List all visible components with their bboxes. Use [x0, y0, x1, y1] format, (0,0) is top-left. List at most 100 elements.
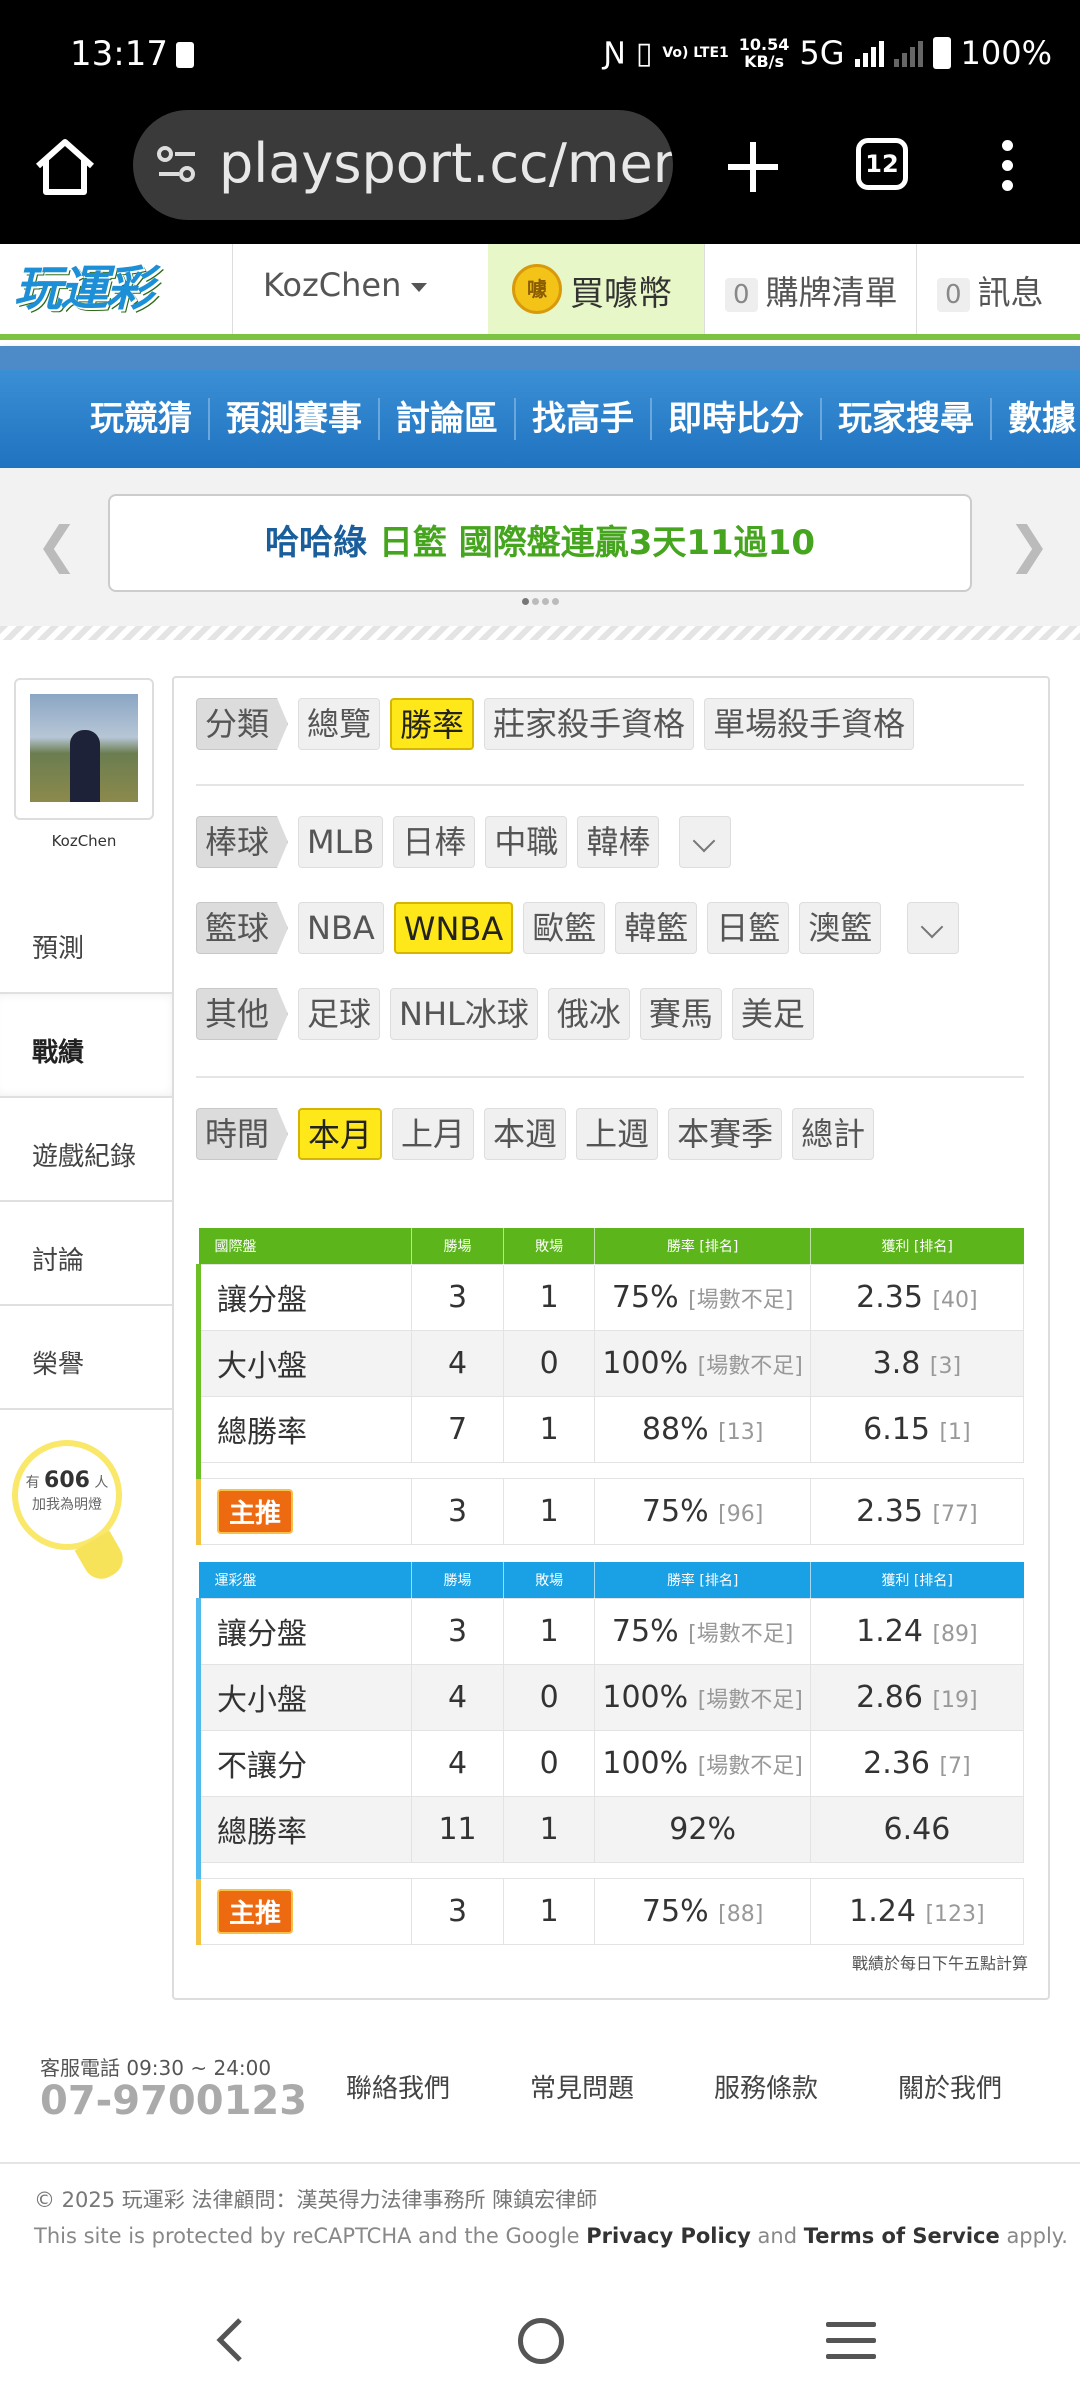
nav-item[interactable]: 數據: [992, 398, 1080, 440]
chevron-down-icon[interactable]: [679, 816, 732, 868]
row-label: 總勝率: [195, 1395, 413, 1463]
footer-link[interactable]: 聯絡我們: [346, 2068, 450, 2105]
url-text[interactable]: playsport.cc/mer: [219, 132, 673, 195]
home-icon[interactable]: [30, 132, 100, 202]
filter-option-selected[interactable]: 勝率: [390, 698, 475, 750]
profit-value: 1.24: [849, 1893, 916, 1929]
filter-option[interactable]: 本賽季: [668, 1108, 783, 1160]
sidebar-item-discussion[interactable]: 討論: [0, 1202, 174, 1306]
filter-option[interactable]: 歐籃: [523, 902, 606, 954]
profit-value: 1.24: [856, 1613, 923, 1649]
sidebar-item-game-log[interactable]: 遊戲紀錄: [0, 1098, 174, 1202]
divider: [196, 784, 1024, 786]
chevron-down-icon[interactable]: [907, 902, 960, 954]
home-circle-icon[interactable]: [518, 2318, 564, 2364]
footer-link[interactable]: 常見問題: [530, 2068, 634, 2105]
tab-switcher-button[interactable]: 12: [856, 138, 908, 190]
address-bar[interactable]: playsport.cc/mer: [133, 110, 673, 220]
filter-option[interactable]: 美足: [731, 988, 814, 1040]
win-cell: 4: [411, 1729, 504, 1797]
filter-option[interactable]: 總計: [792, 1108, 875, 1160]
nav-item[interactable]: 討論區: [380, 398, 516, 440]
sidebar-item-predict[interactable]: 預測: [0, 890, 174, 994]
filter-option-selected[interactable]: 本月: [298, 1108, 383, 1160]
user-dropdown[interactable]: KozChen: [232, 244, 488, 334]
back-icon[interactable]: [210, 2316, 250, 2364]
rate-value: 100%: [602, 1345, 689, 1381]
new-tab-icon[interactable]: [718, 132, 788, 202]
record-panel: 分類 總覽 勝率 莊家殺手資格 單場殺手資格 棒球 MLB 日棒 中職 韓棒 籃…: [172, 676, 1050, 2000]
nav-item[interactable]: 玩家搜尋: [822, 398, 992, 440]
lose-cell: 1: [502, 1597, 596, 1665]
privacy-link[interactable]: Privacy Policy: [586, 2224, 751, 2248]
filter-option[interactable]: 韓籃: [615, 902, 698, 954]
volte-icon: Vo) LTE1: [662, 44, 729, 61]
lose-cell: 0: [502, 1729, 596, 1797]
filter-option[interactable]: 俄冰: [547, 988, 630, 1040]
rate-cell: 100% [場數不足]: [594, 1663, 811, 1731]
messages-link[interactable]: 0 訊息: [916, 244, 1080, 334]
status-time: 13:17: [70, 34, 168, 74]
fans-prefix: 有: [25, 1475, 40, 1491]
nav-item[interactable]: 即時比分: [652, 398, 822, 440]
service-phone[interactable]: 07-9700123: [40, 2078, 307, 2124]
footer-link[interactable]: 關於我們: [898, 2068, 1002, 2105]
chevron-right-icon[interactable]: ❯: [1008, 516, 1050, 574]
filter-option-selected[interactable]: WNBA: [393, 902, 514, 954]
filter-option[interactable]: 日棒: [393, 816, 476, 868]
filter-option[interactable]: NBA: [298, 902, 384, 954]
nav-item[interactable]: 找高手: [516, 398, 652, 440]
table-header: 勝率 [排名]: [594, 1562, 811, 1598]
filter-option[interactable]: 日籃: [707, 902, 790, 954]
battery-icon: [932, 37, 951, 69]
main-pick-row: 主推 3 1 75% [96] 2.35 [77]: [195, 1477, 1025, 1545]
terms-link[interactable]: Terms of Service: [804, 2224, 1000, 2248]
table-header: 獲利 [排名]: [809, 1228, 1024, 1264]
win-cell: 4: [411, 1663, 504, 1731]
follow-lightbulb-button[interactable]: 有 606 人 加我為明燈: [12, 1440, 130, 1590]
filter-option[interactable]: MLB: [298, 816, 384, 868]
filter-option[interactable]: 上週: [576, 1108, 659, 1160]
chevron-left-icon[interactable]: ❮: [36, 516, 78, 574]
filter-option[interactable]: 總覽: [298, 698, 381, 750]
buy-coin-button[interactable]: 噱買噱幣: [488, 244, 704, 334]
table-header: 國際盤: [198, 1228, 412, 1264]
rate-value: 88%: [641, 1411, 709, 1447]
cart-link[interactable]: 0 購牌清單: [704, 244, 916, 334]
filter-option[interactable]: 足球: [298, 988, 381, 1040]
profit-cell: 6.15 [1]: [809, 1395, 1025, 1463]
battery-level: 100%: [960, 34, 1052, 72]
more-menu-icon[interactable]: [1000, 140, 1014, 196]
avatar[interactable]: [14, 678, 154, 820]
carousel-slide[interactable]: 哈哈綠 日籃 國際盤連贏3天11過10: [108, 494, 972, 592]
rate-value: 92%: [669, 1811, 736, 1847]
filter-option[interactable]: 莊家殺手資格: [484, 698, 695, 750]
rate-cell: 75% [場數不足]: [594, 1263, 811, 1331]
filter-option[interactable]: 本週: [484, 1108, 567, 1160]
filter-other: 其他 足球 NHL冰球 俄冰 賽馬 美足: [196, 988, 814, 1040]
nav-item[interactable]: 玩競猜: [90, 398, 210, 440]
filter-option[interactable]: 澳籃: [799, 902, 882, 954]
filter-option[interactable]: NHL冰球: [390, 988, 538, 1040]
footer-link[interactable]: 服務條款: [714, 2068, 818, 2105]
speed-unit: KB/s: [744, 52, 785, 71]
site-settings-icon[interactable]: [155, 142, 199, 186]
site-logo[interactable]: 玩運彩: [14, 254, 224, 324]
filter-option[interactable]: 賽馬: [639, 988, 722, 1040]
lottery-stats-table: 運彩盤 勝場 敗場 勝率 [排名] 獲利 [排名] 讓分盤 3 1 75% [場…: [195, 1562, 1025, 1945]
sidebar-item-honor[interactable]: 榮譽: [0, 1306, 174, 1410]
recent-apps-icon[interactable]: [826, 2322, 876, 2370]
profit-cell: 2.36 [7]: [809, 1729, 1025, 1797]
filter-option[interactable]: 單場殺手資格: [704, 698, 915, 750]
nav-item[interactable]: 預測賽事: [210, 398, 380, 440]
footer-links: 聯絡我們 常見問題 服務條款 關於我們: [346, 2068, 1002, 2105]
filter-option[interactable]: 韓棒: [577, 816, 660, 868]
filter-basketball: 籃球 NBA WNBA 歐籃 韓籃 日籃 澳籃: [196, 902, 960, 954]
filter-head: 籃球: [196, 902, 289, 954]
table-header: 敗場: [502, 1228, 595, 1264]
filter-option[interactable]: 上月: [392, 1108, 475, 1160]
rate-value: 75%: [611, 1613, 679, 1649]
filter-option[interactable]: 中職: [485, 816, 568, 868]
profit-value: 2.36: [863, 1745, 930, 1781]
sidebar-item-record[interactable]: 戰績: [0, 994, 180, 1098]
